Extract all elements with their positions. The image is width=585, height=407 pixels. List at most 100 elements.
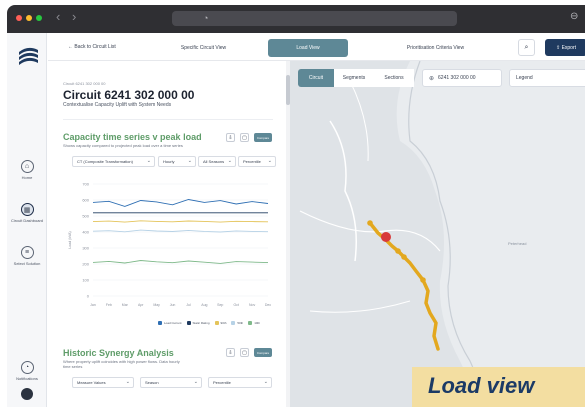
sidebar-item-home[interactable]: ⌂ Home [7,160,47,180]
export-button[interactable]: ⇪ Export [545,39,585,56]
y-tick-label: 500 [82,214,89,219]
legend-select-label: Legend [516,75,533,81]
chart-legend: Load Current Static Rating 90th 50th 10th [158,319,260,327]
percentile-select[interactable]: Percentile ⌄ [238,156,276,167]
search-button[interactable]: ⌕ [518,39,535,56]
compare-button[interactable]: Compare [254,348,272,357]
legend-label: 50th [237,321,244,325]
load-details-panel: Circuit 6241 302 000 00 Circuit 6241 302… [48,61,286,407]
y-tick-label: 600 [82,198,89,203]
route-node[interactable] [401,254,407,260]
circuit-select[interactable]: ⊕ 6241 302 000 00 [422,69,502,87]
alert-marker-icon[interactable] [381,232,391,242]
page-subtitle: Contextualise Capacity Uplift with Syste… [63,102,172,108]
download-icon: ⇩ [228,134,233,141]
browser-forward-icon[interactable]: › [72,10,76,24]
minimize-window-button[interactable] [26,15,32,21]
copy-button[interactable]: ▢ [240,348,249,357]
select-value: Percentile [213,380,231,385]
x-tick-label: May [153,303,160,307]
selected-circuit-value: 6241 302 000 00 [438,75,476,81]
compare-button[interactable]: Compare [254,133,272,142]
home-icon: ⌂ [20,160,34,173]
maximize-window-button[interactable] [36,15,42,21]
route-node[interactable] [395,248,401,254]
download-button[interactable]: ⇩ [226,348,235,357]
synergy-section-title: Historic Synergy Analysis [63,348,174,358]
legend-label: Load Current [164,321,182,325]
company-logo [19,47,38,65]
legend-item: 10th [248,321,260,325]
y-axis-label: Load (kVA) [68,231,72,248]
y-tick-label: 0 [87,294,90,299]
x-tick-label: Sep [217,303,223,307]
circuit-breadcrumb: Circuit 6241 302 000 00 [63,81,106,86]
route-node[interactable] [367,220,373,226]
x-tick-label: Jan [90,303,96,307]
synergy-percentile-select[interactable]: Percentile ⌄ [208,377,272,388]
circuit-icon: ⊕ [429,75,435,82]
map-canvas[interactable] [290,61,585,407]
copy-button[interactable]: ▢ [240,133,249,142]
route-node[interactable] [420,277,426,283]
legend-item: 50th [231,321,243,325]
legend-label: 90th [220,321,227,325]
y-tick-label: 400 [82,230,89,235]
top-navigation: ← Back to Circuit List Specific Circuit … [48,35,585,61]
legend-select[interactable]: Legend [509,69,585,87]
x-tick-label: Oct [233,303,238,307]
sidebar-item-label: Home [21,175,33,180]
series-line-90th [92,220,269,223]
legend-swatch [186,321,191,325]
tab-sections[interactable]: Sections [374,69,414,87]
tab-load-view[interactable]: Load View [268,39,348,57]
sidebar-item-select-solution[interactable]: ≡ Select Solution [7,246,47,266]
x-tick-label: Dec [265,303,271,307]
legend-label: Static Rating [192,321,210,325]
chevron-down-icon: ⌄ [125,379,130,385]
browser-back-icon[interactable]: ‹ [56,10,60,24]
address-bar[interactable]: ◔ [172,11,457,26]
user-icon[interactable] [21,388,33,400]
sidebar-item-label: Notifications [16,376,38,381]
tab-prioritisation-criteria-view[interactable]: Prioritisation Criteria View [388,39,483,57]
select-value: Percentile [243,159,261,164]
chevron-down-icon: ⌄ [227,158,232,164]
select-value: Hourly [163,159,175,164]
y-tick-label: 700 [82,182,89,187]
copy-icon: ▢ [242,349,247,356]
y-tick-label: 100 [82,278,89,283]
sidebar-item-notifications[interactable]: ◔ Notifications [7,361,47,381]
interval-select[interactable]: Hourly ⌄ [158,156,196,167]
close-window-button[interactable] [16,15,22,21]
tab-specific-circuit-view[interactable]: Specific Circuit View [166,39,241,57]
chevron-down-icon: ⌄ [267,158,272,164]
synergy-season-select[interactable]: Season ⌄ [140,377,202,388]
legend-item: Static Rating [186,321,210,325]
copy-icon: ▢ [242,134,247,141]
browser-profile-icon[interactable]: ⊖ [570,11,578,22]
map-toolbar: Circuit Segments Sections ⊕ 6241 302 000… [298,69,585,87]
capacity-section-title: Capacity time series v peak load [63,132,202,142]
tab-segments[interactable]: Segments [334,69,374,87]
legend-swatch [158,321,162,325]
chevron-down-icon: ⌄ [263,379,268,385]
series-line-10th [92,260,269,264]
download-button[interactable]: ⇩ [226,133,235,142]
season-select[interactable]: All Seasons ⌄ [198,156,236,167]
app-sidebar: ⌂ Home ▦ Circuit Dashboard ≡ Select Solu… [7,33,47,407]
measure-select[interactable]: CT (Composite Transformation) ⌄ [72,156,155,167]
capacity-section-subtitle: Shows capacity compared to projected pea… [63,143,183,148]
sidebar-item-circuit-dashboard[interactable]: ▦ Circuit Dashboard [7,203,47,223]
back-to-circuit-list-link[interactable]: ← Back to Circuit List [68,44,116,50]
measure-values-select[interactable]: Measure Values ⌄ [72,377,134,388]
legend-item: 90th [214,321,227,325]
page-title: Circuit 6241 302 000 00 [63,88,195,102]
divider [63,119,273,120]
sidebar-item-label: Circuit Dashboard [10,218,43,223]
browser-toolbar: ‹ › ◔ ⊖ [7,5,585,33]
capacity-chart: 700 600 500 400 300 200 100 0 Load (kVA) Jan Feb Ma… [68,182,271,308]
map-view[interactable]: Peterhead Circuit Segments Sections ⊕ 62… [290,61,585,407]
map-place-label: Peterhead [508,241,527,246]
tab-circuit[interactable]: Circuit [298,69,334,87]
